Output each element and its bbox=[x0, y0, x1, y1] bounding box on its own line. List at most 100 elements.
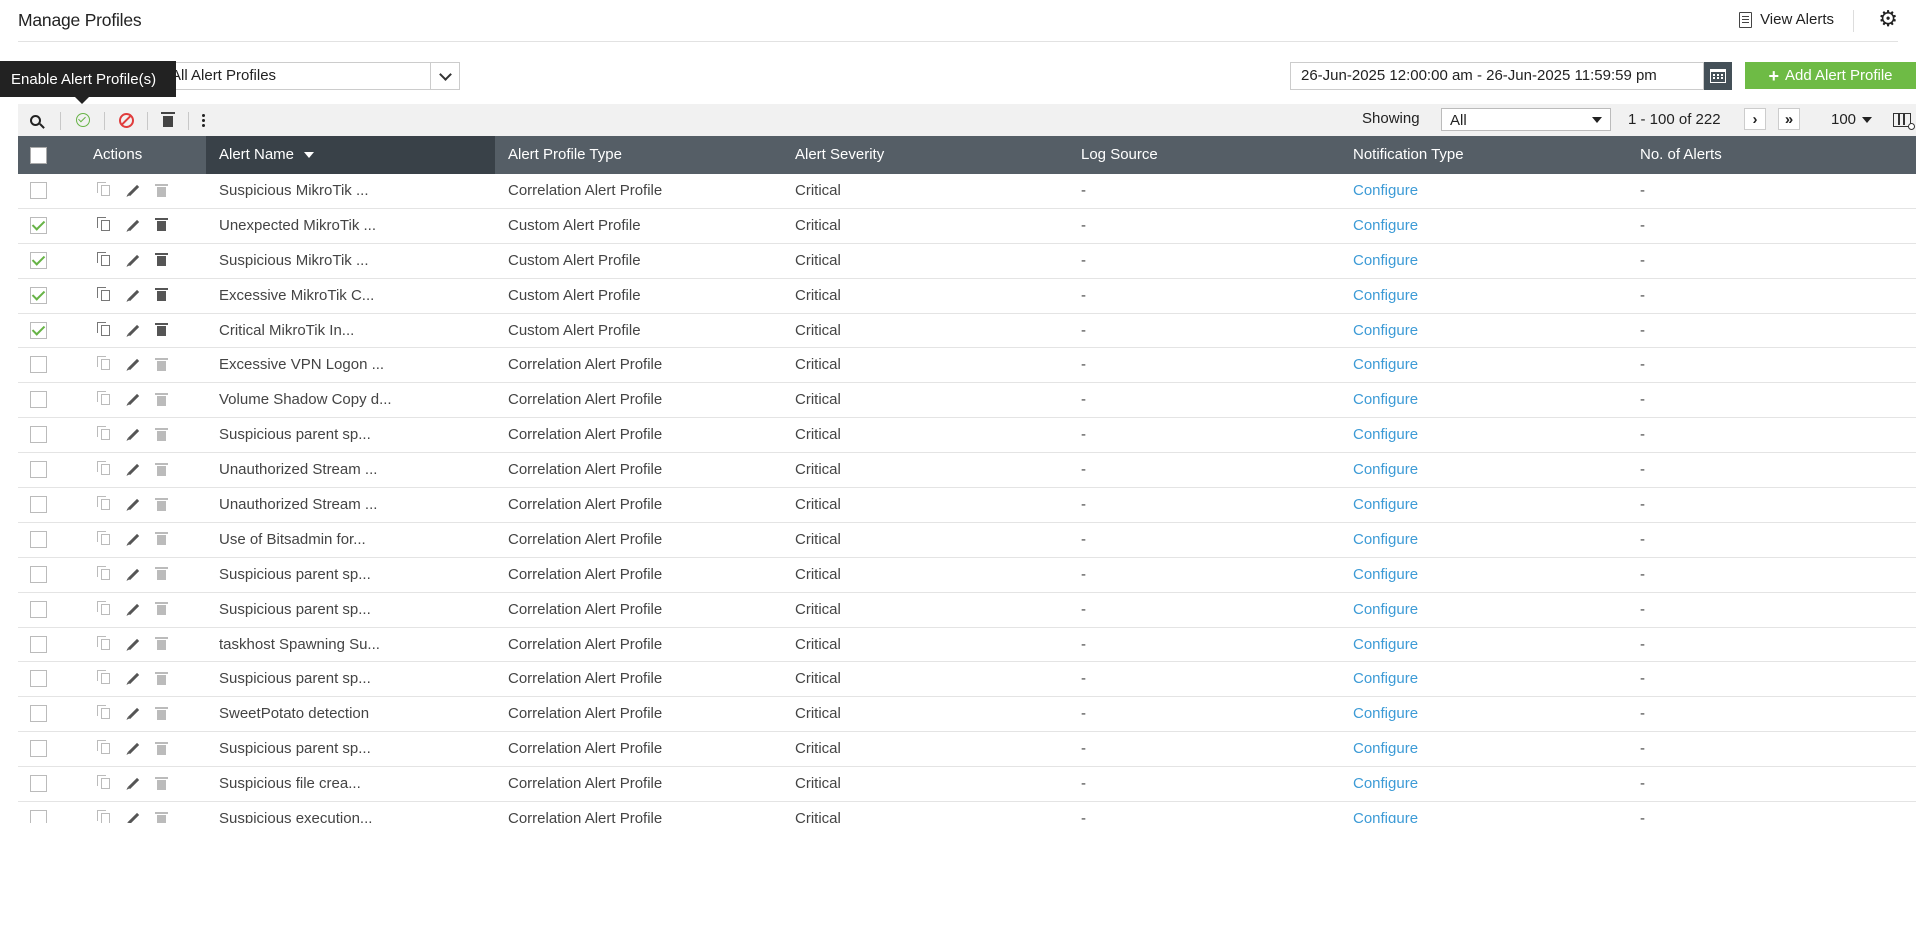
col-alerts-count[interactable]: No. of Alerts bbox=[1640, 146, 1722, 163]
select-all-checkbox[interactable] bbox=[30, 147, 47, 164]
row-checkbox[interactable] bbox=[30, 775, 47, 793]
configure-link[interactable]: Configure bbox=[1353, 740, 1418, 757]
edit-icon[interactable] bbox=[126, 357, 140, 372]
trash-icon[interactable] bbox=[154, 637, 168, 652]
configure-link[interactable]: Configure bbox=[1353, 217, 1418, 234]
trash-icon[interactable] bbox=[154, 776, 168, 791]
trash-icon[interactable] bbox=[154, 532, 168, 547]
edit-icon[interactable] bbox=[126, 637, 140, 652]
edit-icon[interactable] bbox=[126, 602, 140, 617]
alert-name[interactable]: Suspicious execution... bbox=[219, 810, 372, 823]
configure-link[interactable]: Configure bbox=[1353, 566, 1418, 583]
copy-icon[interactable] bbox=[96, 286, 112, 303]
alert-name[interactable]: SweetPotato detection bbox=[219, 705, 369, 722]
copy-icon[interactable] bbox=[96, 775, 112, 791]
trash-icon[interactable] bbox=[154, 288, 168, 303]
row-checkbox[interactable] bbox=[30, 426, 47, 444]
row-checkbox[interactable] bbox=[30, 740, 47, 758]
row-checkbox[interactable] bbox=[30, 251, 47, 269]
configure-link[interactable]: Configure bbox=[1353, 705, 1418, 722]
copy-icon[interactable] bbox=[96, 391, 112, 407]
more-options-icon[interactable] bbox=[190, 104, 216, 136]
trash-icon[interactable] bbox=[154, 427, 168, 442]
alert-name[interactable]: Volume Shadow Copy d... bbox=[219, 391, 392, 408]
alert-name[interactable]: Unauthorized Stream ... bbox=[219, 496, 377, 513]
row-checkbox[interactable] bbox=[30, 461, 47, 479]
copy-icon[interactable] bbox=[96, 461, 112, 477]
alert-name[interactable]: Suspicious parent sp... bbox=[219, 566, 371, 583]
alert-name[interactable]: Use of Bitsadmin for... bbox=[219, 531, 366, 548]
copy-icon[interactable] bbox=[96, 810, 112, 823]
chevron-down-icon[interactable] bbox=[430, 63, 459, 89]
trash-icon[interactable] bbox=[154, 811, 168, 823]
profile-filter-dropdown[interactable]: All Alert Profiles bbox=[140, 62, 460, 90]
configure-link[interactable]: Configure bbox=[1353, 252, 1418, 269]
row-checkbox[interactable] bbox=[30, 705, 47, 723]
copy-icon[interactable] bbox=[96, 565, 112, 582]
copy-icon[interactable] bbox=[96, 635, 112, 652]
row-checkbox[interactable] bbox=[30, 496, 47, 514]
gear-icon[interactable]: ⚙ bbox=[1878, 8, 1898, 30]
copy-icon[interactable] bbox=[96, 426, 112, 442]
disable-icon[interactable] bbox=[113, 104, 139, 136]
edit-icon[interactable] bbox=[126, 706, 140, 721]
row-checkbox[interactable] bbox=[30, 321, 47, 339]
alert-name[interactable]: Suspicious MikroTik ... bbox=[219, 182, 368, 199]
edit-icon[interactable] bbox=[126, 462, 140, 477]
row-checkbox[interactable] bbox=[30, 635, 47, 653]
edit-icon[interactable] bbox=[126, 811, 140, 823]
edit-icon[interactable] bbox=[126, 218, 140, 233]
edit-icon[interactable] bbox=[126, 497, 140, 512]
next-page-button[interactable]: › bbox=[1744, 108, 1766, 130]
alert-name[interactable]: Suspicious parent sp... bbox=[219, 601, 371, 618]
delete-icon[interactable] bbox=[155, 104, 181, 136]
search-icon[interactable] bbox=[22, 104, 48, 136]
configure-link[interactable]: Configure bbox=[1353, 775, 1418, 792]
copy-icon[interactable] bbox=[96, 182, 112, 198]
copy-icon[interactable] bbox=[96, 705, 112, 721]
trash-icon[interactable] bbox=[154, 497, 168, 512]
edit-icon[interactable] bbox=[126, 567, 140, 582]
configure-link[interactable]: Configure bbox=[1353, 636, 1418, 653]
row-checkbox[interactable] bbox=[30, 670, 47, 688]
trash-icon[interactable] bbox=[154, 671, 168, 686]
trash-icon[interactable] bbox=[154, 392, 168, 407]
alert-name[interactable]: taskhost Spawning Su... bbox=[219, 636, 380, 653]
row-checkbox[interactable] bbox=[30, 810, 47, 823]
configure-link[interactable]: Configure bbox=[1353, 810, 1418, 823]
alert-name[interactable]: Excessive MikroTik C... bbox=[219, 287, 374, 304]
trash-icon[interactable] bbox=[154, 323, 168, 338]
view-alerts-link[interactable]: View Alerts bbox=[1739, 11, 1834, 28]
trash-icon[interactable] bbox=[154, 462, 168, 477]
per-page-dropdown[interactable]: 100 bbox=[1831, 111, 1873, 128]
configure-link[interactable]: Configure bbox=[1353, 496, 1418, 513]
trash-icon[interactable] bbox=[154, 706, 168, 721]
alert-name[interactable]: Unauthorized Stream ... bbox=[219, 461, 377, 478]
edit-icon[interactable] bbox=[126, 288, 140, 303]
trash-icon[interactable] bbox=[154, 253, 168, 268]
copy-icon[interactable] bbox=[96, 496, 112, 512]
edit-icon[interactable] bbox=[126, 532, 140, 547]
col-severity[interactable]: Alert Severity bbox=[795, 146, 884, 163]
edit-icon[interactable] bbox=[126, 253, 140, 268]
copy-icon[interactable] bbox=[96, 740, 112, 756]
row-checkbox[interactable] bbox=[30, 216, 47, 234]
column-settings-icon[interactable] bbox=[1893, 113, 1915, 130]
trash-icon[interactable] bbox=[154, 183, 168, 198]
configure-link[interactable]: Configure bbox=[1353, 287, 1418, 304]
trash-icon[interactable] bbox=[154, 218, 168, 233]
alert-name[interactable]: Unexpected MikroTik ... bbox=[219, 217, 376, 234]
edit-icon[interactable] bbox=[126, 671, 140, 686]
configure-link[interactable]: Configure bbox=[1353, 182, 1418, 199]
copy-icon[interactable] bbox=[96, 600, 112, 617]
row-checkbox[interactable] bbox=[30, 286, 47, 304]
col-notification[interactable]: Notification Type bbox=[1353, 146, 1464, 163]
copy-icon[interactable] bbox=[96, 216, 112, 233]
alert-name[interactable]: Suspicious file crea... bbox=[219, 775, 361, 792]
showing-dropdown[interactable]: All bbox=[1441, 108, 1611, 131]
calendar-button[interactable] bbox=[1704, 62, 1732, 90]
alert-name[interactable]: Suspicious parent sp... bbox=[219, 670, 371, 687]
configure-link[interactable]: Configure bbox=[1353, 670, 1418, 687]
row-checkbox[interactable] bbox=[30, 530, 47, 548]
edit-icon[interactable] bbox=[126, 776, 140, 791]
